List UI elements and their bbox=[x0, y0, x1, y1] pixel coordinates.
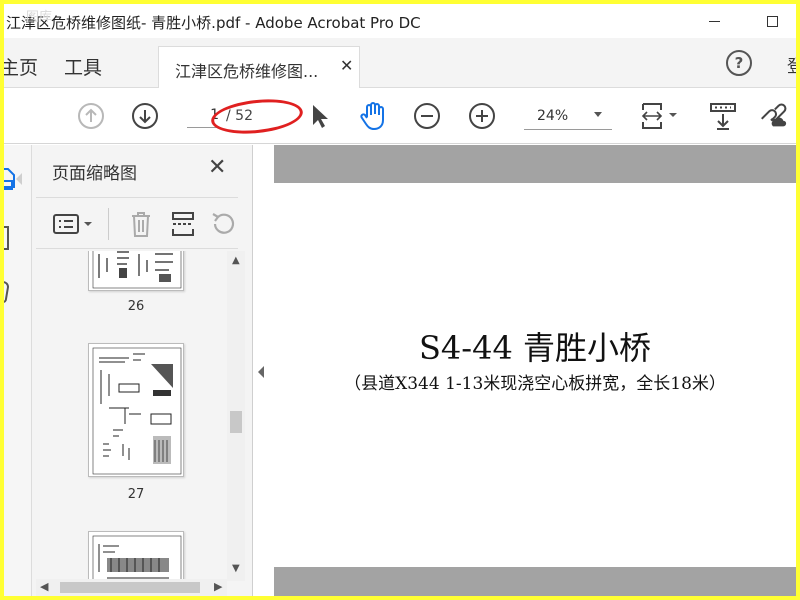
minimize-icon bbox=[708, 20, 720, 22]
minimize-button[interactable] bbox=[699, 8, 729, 34]
arrow-up-circle-icon bbox=[78, 103, 104, 129]
zoom-in-button[interactable] bbox=[467, 101, 497, 131]
document-title: S4-44 青胜小桥 bbox=[419, 329, 651, 367]
scroll-mode-button[interactable] bbox=[708, 101, 738, 131]
bookmark-icon[interactable] bbox=[4, 225, 16, 251]
minus-circle-icon bbox=[414, 103, 440, 129]
extract-page-icon bbox=[172, 212, 194, 236]
select-tool-button[interactable] bbox=[304, 101, 334, 131]
prev-page-button[interactable] bbox=[76, 101, 106, 131]
app-window: 江津区危桥维修图纸- 青胜小桥.pdf - Adobe Acrobat Pro … bbox=[4, 4, 796, 596]
tab-bar: 主页 工具 江津区危桥维修图... ✕ ? 登 bbox=[4, 38, 796, 88]
watermark: 图库 bbox=[26, 10, 53, 25]
collapse-pane-button[interactable] bbox=[256, 365, 266, 379]
hscrollbar-thumb[interactable] bbox=[60, 582, 200, 593]
signin-link[interactable]: 登 bbox=[787, 52, 796, 77]
chevron-down-icon bbox=[594, 112, 602, 117]
title-bar: 江津区危桥维修图纸- 青胜小桥.pdf - Adobe Acrobat Pro … bbox=[4, 4, 796, 38]
extract-page-button[interactable] bbox=[168, 209, 198, 239]
maximize-button[interactable] bbox=[757, 8, 787, 34]
rotate-page-button[interactable] bbox=[208, 209, 238, 239]
zoom-select[interactable]: 24% bbox=[524, 102, 612, 130]
tab-tools[interactable]: 工具 bbox=[64, 53, 102, 80]
link-cloud-icon bbox=[761, 103, 787, 127]
thumbnail-scrollbar[interactable]: ▲ ▼ bbox=[227, 251, 245, 581]
trash-icon bbox=[132, 212, 150, 237]
arrow-down-circle-icon bbox=[132, 103, 158, 129]
rotate-icon bbox=[212, 213, 235, 234]
fit-page-icon bbox=[641, 103, 677, 129]
attachment-icon[interactable] bbox=[4, 281, 14, 307]
thumbnail-label: 27 bbox=[127, 487, 145, 502]
pane-pointer bbox=[16, 173, 22, 185]
tab-document-label: 江津区危桥维修图... bbox=[175, 62, 319, 81]
scrollbar-thumb[interactable] bbox=[230, 411, 242, 433]
annotation-ellipse bbox=[209, 95, 305, 138]
toolbar: 1 / 52 24% bbox=[4, 89, 796, 144]
window-title: 江津区危桥维修图纸- 青胜小桥.pdf - Adobe Acrobat Pro … bbox=[6, 14, 421, 32]
document-viewer[interactable]: S4-44 青胜小桥 （县道X344 1-13米现浇空心板拼宽，全长18米） bbox=[274, 145, 796, 596]
maximize-icon bbox=[766, 15, 778, 27]
next-page-button[interactable] bbox=[130, 101, 160, 131]
thumbnail-list: 26 27 bbox=[36, 251, 227, 583]
close-tab-icon[interactable]: ✕ bbox=[340, 56, 353, 75]
scroll-up-icon[interactable]: ▲ bbox=[232, 255, 240, 266]
thumbnail-page[interactable] bbox=[88, 251, 184, 291]
delete-page-button[interactable] bbox=[126, 209, 156, 239]
document-subtitle: （县道X344 1-13米现浇空心板拼宽，全长18米） bbox=[344, 374, 726, 394]
thumbnail-page[interactable] bbox=[88, 531, 184, 583]
thumbnail-label: 26 bbox=[127, 299, 145, 314]
thumbnail-options-button[interactable] bbox=[52, 209, 96, 239]
thumbnails-panel: 页面缩略图 ✕ 26 27 ▲ ▼ ◀ ▶ bbox=[32, 145, 253, 596]
document-page: S4-44 青胜小桥 （县道X344 1-13米现浇空心板拼宽，全长18米） bbox=[274, 183, 796, 567]
plus-circle-icon bbox=[469, 103, 495, 129]
chevron-left-icon bbox=[258, 366, 264, 378]
close-panel-icon[interactable]: ✕ bbox=[208, 155, 226, 180]
thumbnail-hscrollbar[interactable]: ◀ ▶ bbox=[36, 579, 227, 596]
cursor-icon bbox=[313, 105, 328, 128]
tab-document[interactable]: 江津区危桥维修图... ✕ bbox=[158, 46, 360, 88]
hand-icon bbox=[360, 102, 384, 130]
zoom-value: 24% bbox=[537, 108, 569, 124]
fit-page-button[interactable] bbox=[636, 101, 684, 131]
tab-home[interactable]: 主页 bbox=[4, 53, 38, 80]
panel-toolbar bbox=[36, 197, 238, 249]
scroll-down-icon[interactable]: ▼ bbox=[232, 563, 240, 574]
share-link-button[interactable] bbox=[758, 101, 788, 131]
scroll-left-icon[interactable]: ◀ bbox=[40, 580, 48, 593]
hand-tool-button[interactable] bbox=[358, 101, 388, 131]
navigation-pane bbox=[4, 145, 32, 596]
scroll-right-icon[interactable]: ▶ bbox=[214, 580, 222, 593]
help-icon[interactable]: ? bbox=[726, 50, 752, 76]
scroll-mode-icon bbox=[710, 103, 736, 130]
toolbar-separator bbox=[108, 208, 109, 240]
zoom-out-button[interactable] bbox=[412, 101, 442, 131]
thumbnail-page[interactable] bbox=[88, 343, 184, 477]
panel-title: 页面缩略图 bbox=[52, 164, 137, 184]
options-menu-icon bbox=[53, 214, 92, 234]
